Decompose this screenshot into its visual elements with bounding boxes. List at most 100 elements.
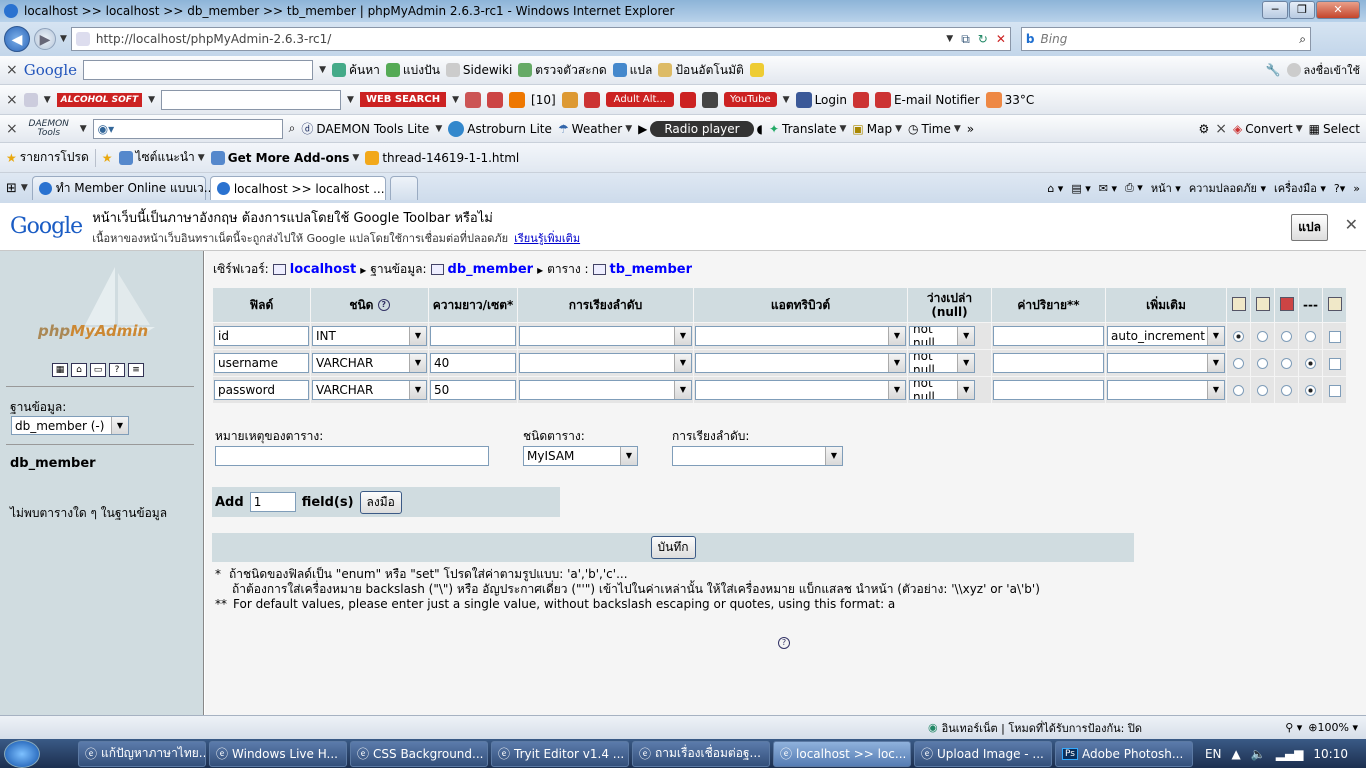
field-name-input[interactable]: password — [214, 380, 309, 400]
field-length-input[interactable]: 50 — [430, 380, 516, 400]
forward-button[interactable]: ▶ — [34, 28, 56, 50]
daemon-lite-dropdown-icon[interactable]: ▼ — [435, 124, 442, 134]
google-signin-button[interactable]: ลงชื่อเข้าใช้ — [1286, 61, 1360, 79]
mail-icon[interactable]: ✉ ▾ — [1099, 182, 1117, 195]
rss-icon[interactable] — [509, 91, 526, 108]
taskbar-item[interactable]: ⓔ CSS Background... — [350, 740, 488, 767]
search-icon[interactable]: ⌕ — [289, 121, 296, 136]
database-select[interactable]: db_member (-) ▼ — [11, 416, 129, 435]
field-extra-select[interactable]: ▼ — [1107, 353, 1225, 373]
taskbar-item[interactable]: ⓔ Windows Live H... — [209, 740, 347, 767]
history-dropdown-icon[interactable]: ▼ — [60, 34, 67, 44]
fulltext-checkbox[interactable] — [1328, 384, 1341, 397]
add-toolbar-icon[interactable] — [1344, 92, 1360, 108]
home-icon[interactable]: ⌂ — [71, 363, 87, 377]
email-notifier-button[interactable]: E-mail Notifier — [874, 91, 980, 108]
feeds-icon[interactable]: ▤ ▾ — [1071, 182, 1090, 195]
address-bar[interactable]: http://localhost/phpMyAdmin-2.6.3-rc1/ ▼… — [70, 27, 1011, 51]
expand-chevron-icon[interactable]: » — [1353, 182, 1360, 195]
phpmyadmin-logo[interactable]: phpMyAdmin — [38, 322, 148, 340]
page-menu[interactable]: หน้า ▾ — [1151, 179, 1181, 197]
translate-page-button[interactable]: แปล — [1291, 214, 1328, 241]
alcohol-soft-logo[interactable]: ALCOHOL SOFT — [56, 92, 143, 107]
close-convert-icon[interactable]: × — [1215, 121, 1227, 137]
tab-localhost[interactable]: localhost >> localhost ...✕ — [209, 176, 399, 200]
protected-mode-icon[interactable]: ⚲ ▾ — [1285, 721, 1302, 734]
alcohol-dropdown-icon[interactable]: ▼ — [148, 95, 155, 105]
query-icon[interactable]: ▭ — [90, 363, 106, 377]
primary-radio[interactable] — [1233, 331, 1244, 342]
index-radio[interactable] — [1257, 358, 1268, 369]
docs-sql-icon[interactable]: ≡ — [128, 363, 144, 377]
addon-icon-4[interactable] — [583, 91, 600, 108]
field-length-input[interactable]: 40 — [430, 353, 516, 373]
clock[interactable]: 10:10 — [1313, 747, 1348, 761]
print-icon[interactable]: ⎙ ▾ — [1125, 181, 1143, 195]
field-collation-select[interactable]: ▼ — [519, 326, 692, 346]
security-zone[interactable]: อินเทอร์เน็ต | โหมดที่ได้รับการป้องกัน: … — [942, 719, 1142, 737]
none-radio[interactable] — [1305, 331, 1316, 342]
taskbar-item[interactable]: Ps Adobe Photosh... — [1055, 740, 1193, 767]
index-radio[interactable] — [1257, 385, 1268, 396]
weather-temp-button[interactable]: 33°C — [985, 91, 1034, 108]
highlight-icon[interactable] — [749, 63, 764, 77]
settings-icon[interactable]: ⚙ — [1199, 122, 1210, 136]
taskbar-item[interactable]: ⓔ localhost >> loc... — [773, 740, 911, 767]
field-collation-select[interactable]: ▼ — [519, 380, 692, 400]
table-link[interactable]: tb_member — [610, 262, 692, 277]
compat-icon[interactable]: ⧉ — [961, 32, 970, 47]
close-toolbar-icon[interactable]: × — [6, 121, 18, 137]
field-attributes-select[interactable]: ▼ — [695, 326, 906, 346]
index-radio[interactable] — [1257, 331, 1268, 342]
spellcheck-button[interactable]: ตรวจตัวสะกด — [518, 61, 607, 80]
field-default-input[interactable] — [993, 353, 1104, 373]
current-database-name[interactable]: db_member — [10, 456, 96, 471]
field-name-input[interactable]: id — [214, 326, 309, 346]
zoom-level[interactable]: ⊕100% ▾ — [1308, 721, 1358, 734]
field-default-input[interactable] — [993, 326, 1104, 346]
unique-radio[interactable] — [1281, 331, 1292, 342]
learn-more-link[interactable]: เรียนรู้เพิ่มเติม — [514, 229, 580, 247]
time-button[interactable]: ◷ Time ▼ — [908, 122, 961, 136]
adult-alert-button[interactable]: Adult Alt... — [605, 92, 674, 107]
weather-button[interactable]: ☂ Weather ▼ — [558, 122, 632, 136]
safety-menu[interactable]: ความปลอดภัย ▾ — [1189, 179, 1266, 197]
get-addons-button[interactable]: Get More Add-ons ▼ — [210, 150, 359, 165]
quick-tabs-icon[interactable]: ⊞ — [6, 181, 17, 196]
help-icon[interactable]: ?▾ — [1334, 182, 1345, 195]
address-dropdown-icon[interactable]: ▼ — [946, 34, 953, 44]
refresh-icon[interactable]: ↻ — [978, 32, 988, 46]
field-default-input[interactable] — [993, 380, 1104, 400]
toolbar-menu-dropdown-icon[interactable]: ▼ — [44, 95, 51, 105]
addon-icon-1[interactable] — [465, 91, 482, 108]
field-null-select[interactable]: not null ▼ — [909, 380, 975, 400]
fulltext-checkbox[interactable] — [1328, 357, 1341, 370]
documentation-help-icon[interactable]: ? — [778, 637, 790, 649]
field-type-select[interactable]: VARCHAR ▼ — [312, 380, 427, 400]
addon-icon-5[interactable] — [701, 91, 718, 108]
add-fields-count-input[interactable]: 1 — [249, 492, 296, 512]
none-radio[interactable] — [1305, 385, 1316, 396]
close-translate-bar-icon[interactable]: ✕ — [1345, 215, 1358, 234]
daemon-search-input[interactable]: ◉▾ — [92, 118, 283, 139]
addon-icon-2[interactable] — [487, 91, 504, 108]
unique-radio[interactable] — [1281, 358, 1292, 369]
share-button[interactable]: แบ่งปัน — [385, 61, 440, 80]
youtube-dropdown-icon[interactable]: ▼ — [783, 95, 790, 105]
close-toolbar-icon[interactable]: × — [6, 62, 18, 78]
taskbar-item[interactable]: ⓔ Tryit Editor v1.4 ... — [491, 740, 629, 767]
close-toolbar-icon[interactable]: × — [6, 92, 18, 108]
tab-list-dropdown-icon[interactable]: ▼ — [21, 183, 28, 193]
web-search-dropdown-icon[interactable]: ▼ — [347, 95, 354, 105]
add-fields-go-button[interactable]: ลงมือ — [359, 490, 402, 514]
suggested-sites-button[interactable]: ไซต์แนะนำ ▼ — [118, 148, 205, 167]
favorites-button[interactable]: ★ รายการโปรด — [6, 148, 89, 167]
field-length-input[interactable] — [430, 326, 516, 346]
field-extra-select[interactable]: auto_increment ▼ — [1107, 326, 1225, 346]
sidewiki-button[interactable]: Sidewiki — [445, 63, 512, 77]
close-window-button[interactable]: ✕ — [1316, 1, 1360, 19]
fulltext-checkbox[interactable] — [1328, 330, 1341, 343]
daemon-logo[interactable]: DAEMON Tools — [24, 119, 74, 138]
daemon-dropdown-icon[interactable]: ▼ — [80, 124, 87, 134]
tab-member-online[interactable]: ทำ Member Online แบบเว... — [31, 176, 215, 200]
